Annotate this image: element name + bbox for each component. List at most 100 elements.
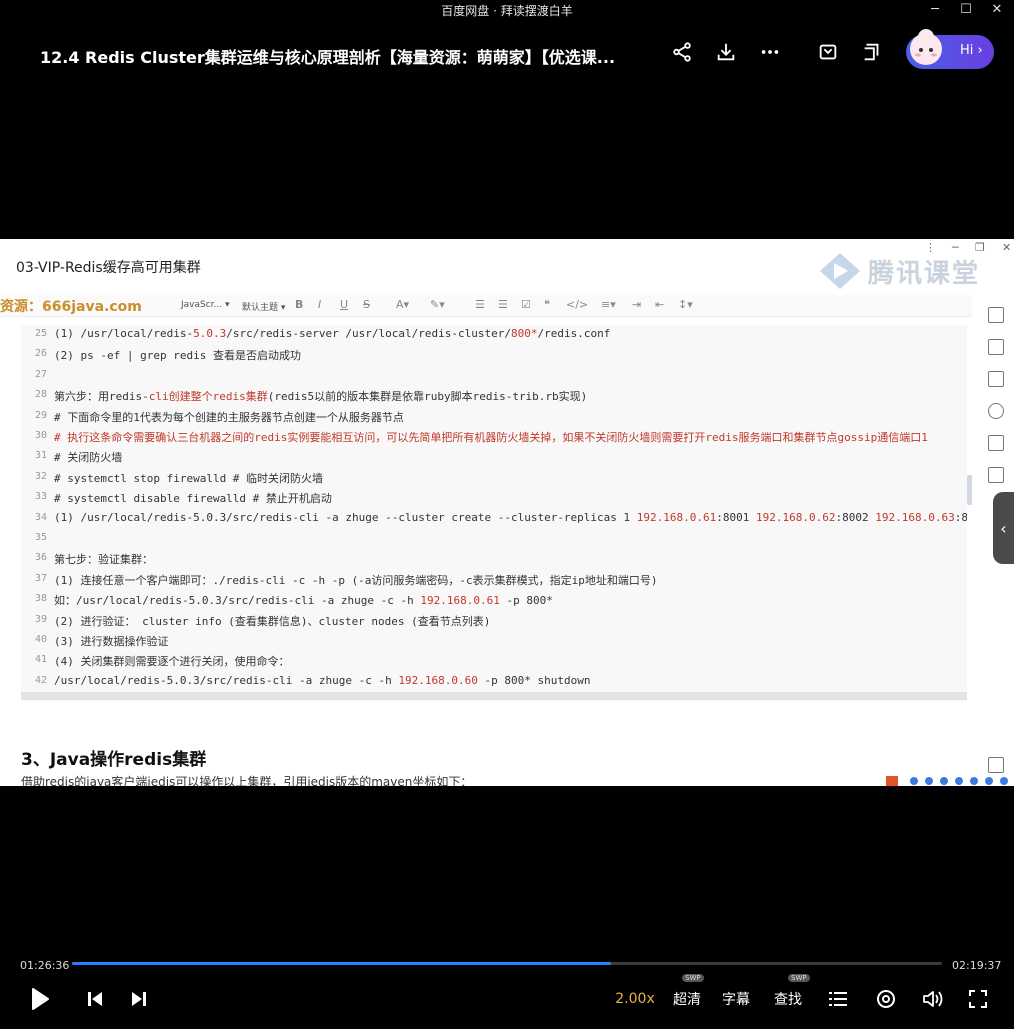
bullet-list-icon[interactable]: ☰ bbox=[475, 298, 485, 311]
translate-icon[interactable] bbox=[988, 307, 1004, 323]
code-line: 34 (1) /usr/local/redis-5.0.3/src/redis-c… bbox=[21, 509, 967, 529]
hi-assistant-button[interactable]: Hi › bbox=[906, 29, 994, 69]
share-icon[interactable] bbox=[667, 37, 697, 67]
code-text: (1) /usr/local/redis-5.0.3/src/redis-ser… bbox=[54, 327, 611, 340]
code-line: 39 (2) 进行验证： cluster info (查看集群信息)、cluste… bbox=[21, 611, 967, 631]
fullscreen-icon bbox=[969, 990, 987, 1008]
line-number: 41 bbox=[34, 654, 47, 666]
code-block: 25 (1) /usr/local/redis-5.0.3/src/redis-s… bbox=[21, 325, 967, 701]
maximize-icon[interactable]: ☐ bbox=[951, 0, 981, 18]
line-number: 37 bbox=[34, 572, 47, 584]
editor-toolbar: 资源：666java.com JavaScr... ▾ 默认主题 ▾ B I U… bbox=[0, 295, 972, 317]
line-number: 30 bbox=[34, 430, 47, 441]
bold-icon[interactable]: B bbox=[295, 298, 303, 311]
video-title: 12.4 Redis Cluster集群运维与核心原理剖析【海量资源：萌萌家】【… bbox=[40, 48, 616, 67]
previous-button[interactable] bbox=[84, 984, 106, 1014]
code-text: (2) 进行验证： cluster info (查看集群信息)、cluster … bbox=[54, 614, 491, 628]
code-text: # systemctl disable firewalld # 禁止开机启动 bbox=[54, 492, 332, 506]
code-text: # 执行这条命令需要确认三台机器之间的redis实例要能相互访问，可以先简单把所… bbox=[54, 431, 928, 444]
code-line: 28 第六步：用redis-cli创建整个redis集群(redis5以前的版本集… bbox=[21, 386, 967, 406]
line-number: 32 bbox=[34, 470, 47, 482]
side-panel-toggle[interactable]: ‹ bbox=[993, 492, 1014, 564]
outline-icon[interactable] bbox=[988, 371, 1004, 387]
code-line: 38 如：/usr/local/redis-5.0.3/src/redis-cl… bbox=[21, 590, 967, 610]
play-logo-icon bbox=[820, 253, 860, 289]
indent-icon[interactable]: ⇥ bbox=[632, 298, 641, 311]
subtitle-button[interactable]: 字幕 bbox=[718, 984, 754, 1014]
pip-icon[interactable] bbox=[857, 37, 887, 67]
fullscreen-button[interactable] bbox=[966, 984, 990, 1014]
line-number: 42 bbox=[34, 674, 47, 686]
code-line: 26 (2) ps -ef | grep redis 查看是否启动成功 bbox=[21, 345, 967, 365]
underline-icon[interactable]: U bbox=[340, 298, 348, 311]
line-number: 39 bbox=[34, 613, 47, 625]
line-number: 40 bbox=[34, 634, 47, 645]
code-horizontal-scrollbar[interactable] bbox=[21, 692, 967, 700]
settings-button[interactable] bbox=[874, 984, 898, 1014]
quality-label: 超清 bbox=[673, 992, 701, 1008]
previous-icon bbox=[88, 992, 102, 1006]
download-icon[interactable] bbox=[711, 37, 741, 67]
progress-fill bbox=[72, 962, 612, 965]
frame-close-icon: ✕ bbox=[1002, 241, 1012, 254]
code-line: 29 # 下面命令里的1代表为每个创建的主服务器节点创建一个从服务器节点 bbox=[21, 407, 967, 427]
app-title: 百度网盘 · 拜读摆渡白羊 bbox=[441, 4, 573, 18]
theme-select[interactable]: 默认主题 ▾ bbox=[242, 300, 285, 313]
search-label: 查找 bbox=[774, 992, 802, 1008]
font-color-icon[interactable]: A▾ bbox=[396, 298, 409, 311]
document-vertical-scrollbar[interactable] bbox=[967, 475, 972, 505]
minimize-icon[interactable]: ─ bbox=[920, 0, 950, 18]
export-icon[interactable] bbox=[988, 435, 1004, 451]
play-button[interactable] bbox=[26, 984, 54, 1014]
video-frame[interactable]: 03-VIP-Redis缓存高可用集群 ⋮ ─ ❐ ✕ 腾讯课堂 资源：666j… bbox=[0, 239, 1014, 786]
add-icon[interactable] bbox=[988, 339, 1004, 355]
quality-button[interactable]: SWP 超清 bbox=[668, 974, 706, 1014]
speed-button[interactable]: 2.00x bbox=[612, 984, 658, 1014]
current-time: 01:26:36 bbox=[20, 959, 70, 972]
total-time: 02:19:37 bbox=[952, 959, 1002, 972]
code-text: (1) 连接任意一个客户端即可：./redis-cli -c -h -p (-a… bbox=[54, 573, 658, 587]
next-button[interactable] bbox=[128, 984, 150, 1014]
language-select[interactable]: JavaScr... ▾ bbox=[181, 300, 230, 310]
line-number: 33 bbox=[34, 491, 47, 503]
search-button[interactable]: SWP 查找 bbox=[770, 974, 810, 1014]
code-text: /usr/local/redis-5.0.3/src/redis-cli -a … bbox=[54, 673, 591, 687]
code-line: 40 (3) 进行数据操作验证 bbox=[21, 631, 967, 651]
speed-label: 2.00x bbox=[615, 991, 655, 1007]
code-text: # systemctl stop firewalld # 临时关闭防火墙 bbox=[54, 471, 324, 485]
player-header: 12.4 Redis Cluster集群运维与核心原理剖析【海量资源：萌萌家】【… bbox=[0, 22, 1014, 82]
comment-icon[interactable] bbox=[988, 467, 1004, 483]
playlist-button[interactable] bbox=[826, 984, 850, 1014]
close-icon[interactable]: ✕ bbox=[982, 0, 1012, 18]
code-text: 第七步：验证集群： bbox=[54, 553, 153, 567]
outdent-icon[interactable]: ⇤ bbox=[655, 298, 664, 311]
quote-icon[interactable]: ❝ bbox=[544, 298, 550, 311]
code-line: 25 (1) /usr/local/redis-5.0.3/src/redis-s… bbox=[21, 325, 967, 345]
code-icon[interactable]: </> bbox=[566, 298, 588, 311]
line-height-icon[interactable]: ↕▾ bbox=[678, 298, 693, 311]
share-doc-icon[interactable] bbox=[988, 403, 1004, 419]
italic-icon[interactable]: I bbox=[318, 298, 321, 311]
checkbox-icon[interactable]: ☑ bbox=[521, 298, 531, 311]
strike-icon[interactable]: S bbox=[363, 298, 370, 311]
code-text: (1) /usr/local/redis-5.0.3/src/redis-cli… bbox=[54, 510, 967, 524]
panel-icon[interactable] bbox=[988, 757, 1004, 773]
line-number: 27 bbox=[34, 368, 47, 380]
next-icon bbox=[132, 992, 146, 1006]
screenshot-icon[interactable] bbox=[813, 37, 843, 67]
code-line: 35 bbox=[21, 529, 967, 549]
align-icon[interactable]: ≡▾ bbox=[601, 298, 616, 311]
line-number: 25 bbox=[34, 328, 47, 339]
watermark-site: 资源：666java.com bbox=[0, 299, 142, 315]
code-text: # 关闭防火墙 bbox=[54, 451, 123, 465]
more-icon[interactable] bbox=[755, 37, 785, 67]
code-line: 42/usr/local/redis-5.0.3/src/redis-cli -… bbox=[21, 672, 967, 692]
highlight-icon[interactable]: ✎▾ bbox=[430, 298, 445, 311]
subtitle-label: 字幕 bbox=[722, 992, 750, 1008]
number-list-icon[interactable]: ☰ bbox=[498, 298, 508, 311]
volume-button[interactable] bbox=[920, 984, 946, 1014]
chevron-left-icon: ‹ bbox=[1000, 518, 1007, 538]
progress-bar[interactable] bbox=[72, 962, 942, 965]
code-line: 37 (1) 连接任意一个客户端即可：./redis-cli -c -h -p (… bbox=[21, 570, 967, 590]
section-heading: 3、Java操作redis集群 bbox=[21, 750, 207, 770]
